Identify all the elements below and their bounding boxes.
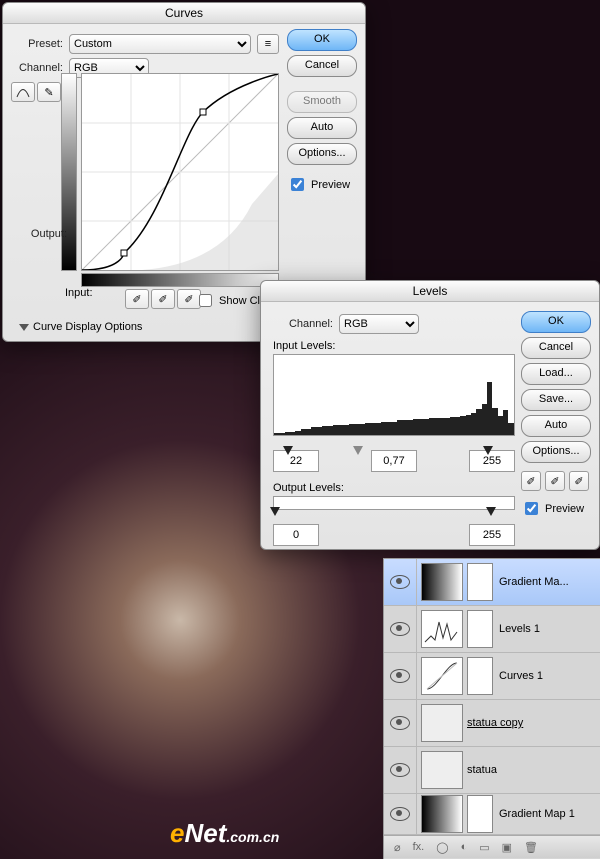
- levels-auto-button[interactable]: Auto: [521, 415, 591, 437]
- visibility-toggle[interactable]: [384, 606, 417, 652]
- layer-mask: [467, 657, 493, 695]
- eye-icon: [390, 669, 410, 683]
- preset-select[interactable]: Custom: [69, 34, 251, 54]
- levels-ok-button[interactable]: OK: [521, 311, 591, 333]
- visibility-toggle[interactable]: [384, 747, 417, 793]
- folder-icon[interactable]: ▭: [479, 841, 489, 854]
- shadow-input[interactable]: [273, 450, 319, 472]
- histogram: [273, 354, 515, 436]
- layer-name[interactable]: Levels 1: [499, 623, 540, 635]
- adjustment-icon[interactable]: ◐: [461, 841, 468, 853]
- curve-display-disclosure[interactable]: Curve Display Options: [19, 321, 142, 333]
- visibility-toggle[interactable]: [384, 559, 417, 605]
- input-label: Input:: [65, 287, 93, 299]
- visibility-toggle[interactable]: [384, 700, 417, 746]
- curves-title: Curves: [3, 3, 365, 24]
- panel-footer: ⌀ fx. ◯ ◐ ▭ ▣ 🗑: [384, 835, 600, 858]
- channel-label: Channel:: [11, 62, 63, 74]
- layer-thumb: [421, 795, 463, 833]
- fx-icon[interactable]: fx.: [413, 841, 425, 853]
- eye-icon: [390, 575, 410, 589]
- out-highlight-input[interactable]: [469, 524, 515, 546]
- layers-panel: Gradient Ma... Levels 1 Curves 1 statua …: [383, 558, 600, 859]
- levels-dialog: Levels Channel: RGB Input Levels: Output…: [260, 280, 600, 550]
- output-ramp[interactable]: [273, 496, 515, 510]
- levels-channel-select[interactable]: RGB: [339, 314, 419, 334]
- curves-cancel-button[interactable]: Cancel: [287, 55, 357, 77]
- out-shadow-input[interactable]: [273, 524, 319, 546]
- output-levels-label: Output Levels:: [273, 482, 515, 494]
- layer-name[interactable]: Gradient Ma...: [499, 576, 569, 588]
- midtone-input[interactable]: [371, 450, 417, 472]
- out-highlight-slider[interactable]: [486, 507, 496, 516]
- eyedropper-white-icon[interactable]: ✐: [569, 471, 589, 491]
- eyedropper-black-icon[interactable]: ✐: [125, 289, 149, 309]
- eye-icon: [390, 763, 410, 777]
- layer-row[interactable]: Curves 1: [384, 653, 600, 700]
- eyedropper-gray-icon[interactable]: ✐: [545, 471, 565, 491]
- layer-row[interactable]: Gradient Map 1: [384, 794, 600, 835]
- eyedropper-gray-icon[interactable]: ✐: [151, 289, 175, 309]
- output-label: Output:: [15, 228, 67, 240]
- pencil-icon[interactable]: ✎: [37, 82, 61, 102]
- output-ramp: [61, 73, 77, 271]
- layer-thumb: [421, 657, 463, 695]
- levels-save-button[interactable]: Save...: [521, 389, 591, 411]
- layer-name[interactable]: Gradient Map 1: [499, 808, 575, 820]
- layer-mask: [467, 563, 493, 601]
- link-icon[interactable]: ⌀: [394, 841, 401, 854]
- curves-preview-checkbox[interactable]: Preview: [287, 175, 357, 194]
- new-layer-icon[interactable]: ▣: [502, 841, 512, 854]
- layer-name[interactable]: Curves 1: [499, 670, 543, 682]
- levels-title: Levels: [261, 281, 599, 302]
- levels-load-button[interactable]: Load...: [521, 363, 591, 385]
- eyedropper-black-icon[interactable]: ✐: [521, 471, 541, 491]
- watermark: eNet.com.cn: [170, 818, 279, 849]
- mask-icon[interactable]: ◯: [436, 841, 448, 854]
- levels-options-button[interactable]: Options...: [521, 441, 591, 463]
- triangle-down-icon: [19, 324, 29, 331]
- layer-thumb: [421, 563, 463, 601]
- visibility-toggle[interactable]: [384, 653, 417, 699]
- eye-icon: [390, 622, 410, 636]
- layer-thumb: [421, 610, 463, 648]
- layer-thumb: [421, 751, 463, 789]
- levels-cancel-button[interactable]: Cancel: [521, 337, 591, 359]
- input-ramp: [81, 273, 279, 287]
- layer-mask: [467, 610, 493, 648]
- layer-row[interactable]: statua: [384, 747, 600, 794]
- layer-name[interactable]: statua copy: [467, 717, 523, 729]
- curve-draw-icon[interactable]: [11, 82, 35, 102]
- curves-ok-button[interactable]: OK: [287, 29, 357, 51]
- curve-grid[interactable]: [81, 73, 279, 271]
- levels-channel-label: Channel:: [273, 318, 333, 330]
- curves-options-button[interactable]: Options...: [287, 143, 357, 165]
- levels-preview-checkbox[interactable]: Preview: [521, 499, 591, 518]
- eye-icon: [390, 716, 410, 730]
- curves-smooth-button: Smooth: [287, 91, 357, 113]
- midtone-slider[interactable]: [353, 446, 363, 455]
- layer-mask: [467, 795, 493, 833]
- curve-path: [82, 74, 278, 270]
- highlight-slider[interactable]: [483, 446, 493, 455]
- layer-row[interactable]: Gradient Ma...: [384, 559, 600, 606]
- layer-thumb: [421, 704, 463, 742]
- layer-row[interactable]: Levels 1: [384, 606, 600, 653]
- shadow-slider[interactable]: [283, 446, 293, 455]
- layer-row[interactable]: statua copy: [384, 700, 600, 747]
- input-levels-label: Input Levels:: [273, 340, 515, 352]
- trash-icon[interactable]: 🗑: [524, 841, 538, 854]
- preset-label: Preset:: [11, 38, 63, 50]
- eye-icon: [390, 807, 410, 821]
- curves-auto-button[interactable]: Auto: [287, 117, 357, 139]
- out-shadow-slider[interactable]: [270, 507, 280, 516]
- preset-menu-icon[interactable]: ≡: [257, 34, 279, 54]
- layer-name[interactable]: statua: [467, 764, 497, 776]
- visibility-toggle[interactable]: [384, 794, 417, 834]
